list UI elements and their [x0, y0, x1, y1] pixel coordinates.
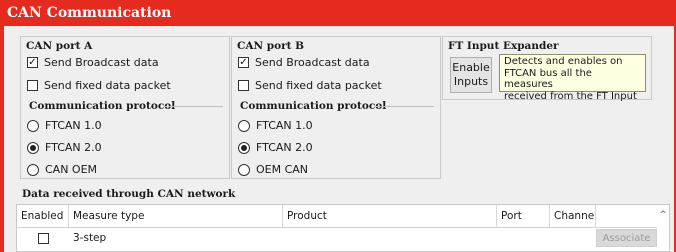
column-header-measure-type[interactable]: Measure type [69, 205, 283, 227]
data-received-group: Data received through CAN network Enable… [16, 186, 670, 252]
data-received-title: Data received through CAN network [22, 188, 236, 200]
port-a-protocol-divider [165, 106, 223, 107]
grid-header: Enabled Measure type Product Port Channe… [17, 205, 657, 228]
port-b-send-fixed[interactable]: Send fixed data packet [238, 79, 382, 92]
port-a-option-ftcan1[interactable]: FTCAN 1.0 [27, 119, 102, 132]
port-b-protocol-divider [376, 106, 434, 107]
port-a-broadcast-label: Send Broadcast data [44, 56, 159, 69]
port-a-broadcast-checkbox[interactable] [27, 57, 38, 68]
port-a-send-fixed[interactable]: Send fixed data packet [27, 79, 171, 92]
port-a-protocol-title: Communication protocol [29, 100, 176, 112]
port-b-option-label: FTCAN 2.0 [256, 141, 313, 154]
column-header-channel[interactable]: Channel [550, 205, 596, 227]
tooltip-line: received from the FT Input [504, 90, 637, 102]
port-a-option-label: FTCAN 1.0 [45, 119, 102, 132]
table-row[interactable]: 3-step Associate [17, 227, 657, 249]
scroll-up-icon[interactable]: ^ [657, 205, 669, 227]
associate-button[interactable]: Associate [596, 229, 657, 247]
enabled-cell[interactable] [17, 232, 69, 244]
radio-icon[interactable] [27, 163, 39, 176]
column-header-action [596, 205, 657, 227]
port-b-option-label: OEM CAN [256, 163, 309, 176]
enable-inputs-label-2: Inputs [453, 75, 489, 88]
port-a-option-label: CAN OEM [45, 163, 98, 176]
radio-icon[interactable] [27, 119, 39, 132]
radio-icon[interactable] [238, 163, 250, 176]
radio-icon[interactable] [238, 119, 250, 132]
checkmark-icon [239, 58, 247, 68]
tooltip-line: FTCAN bus all the measures [504, 67, 592, 91]
enable-inputs-button[interactable]: Enable Inputs [450, 57, 492, 93]
can-port-a-group: CAN port A Send Broadcast data Send fixe… [20, 36, 230, 179]
port-b-option-ftcan1[interactable]: FTCAN 1.0 [238, 119, 313, 132]
enable-inputs-tooltip: Detects and enables on FTCAN bus all the… [499, 54, 646, 102]
radio-selected-icon[interactable] [238, 141, 250, 154]
tooltip-line: Detects and enables on [504, 56, 623, 67]
measure-type-cell: 3-step [73, 232, 107, 244]
window-title: CAN Communication [0, 0, 676, 26]
enable-inputs-label-1: Enable [452, 61, 490, 75]
can-port-b-title: CAN port B [237, 40, 305, 52]
column-header-port[interactable]: Port [497, 205, 550, 227]
port-b-broadcast-label: Send Broadcast data [255, 56, 370, 69]
row-enabled-checkbox[interactable] [37, 232, 49, 244]
port-a-fixed-checkbox[interactable] [27, 80, 38, 91]
port-b-option-label: FTCAN 1.0 [256, 119, 313, 132]
column-header-enabled[interactable]: Enabled [17, 205, 69, 227]
port-a-fixed-label: Send fixed data packet [44, 79, 171, 92]
port-a-option-label: FTCAN 2.0 [45, 141, 102, 154]
port-b-option-oem-can[interactable]: OEM CAN [238, 163, 308, 176]
port-b-option-ftcan2[interactable]: FTCAN 2.0 [238, 141, 313, 154]
ft-input-expander-group: FT Input Expander Enable Inputs Detects … [442, 36, 652, 102]
port-b-broadcast-checkbox[interactable] [238, 57, 249, 68]
column-header-product[interactable]: Product [283, 205, 497, 227]
radio-selected-icon[interactable] [27, 141, 39, 154]
port-a-send-broadcast[interactable]: Send Broadcast data [27, 56, 159, 69]
port-a-option-ftcan2[interactable]: FTCAN 2.0 [27, 141, 102, 154]
can-port-b-group: CAN port B Send Broadcast data Send fixe… [231, 36, 441, 179]
port-b-fixed-label: Send fixed data packet [255, 79, 382, 92]
can-port-a-title: CAN port A [26, 40, 93, 52]
checkmark-icon [28, 58, 36, 68]
port-b-fixed-checkbox[interactable] [238, 80, 249, 91]
port-a-option-can-oem[interactable]: CAN OEM [27, 163, 97, 176]
port-b-send-broadcast[interactable]: Send Broadcast data [238, 56, 370, 69]
ft-input-expander-title: FT Input Expander [448, 40, 559, 52]
data-received-grid: Enabled Measure type Product Port Channe… [16, 204, 670, 252]
port-b-protocol-title: Communication protocol [240, 100, 387, 112]
